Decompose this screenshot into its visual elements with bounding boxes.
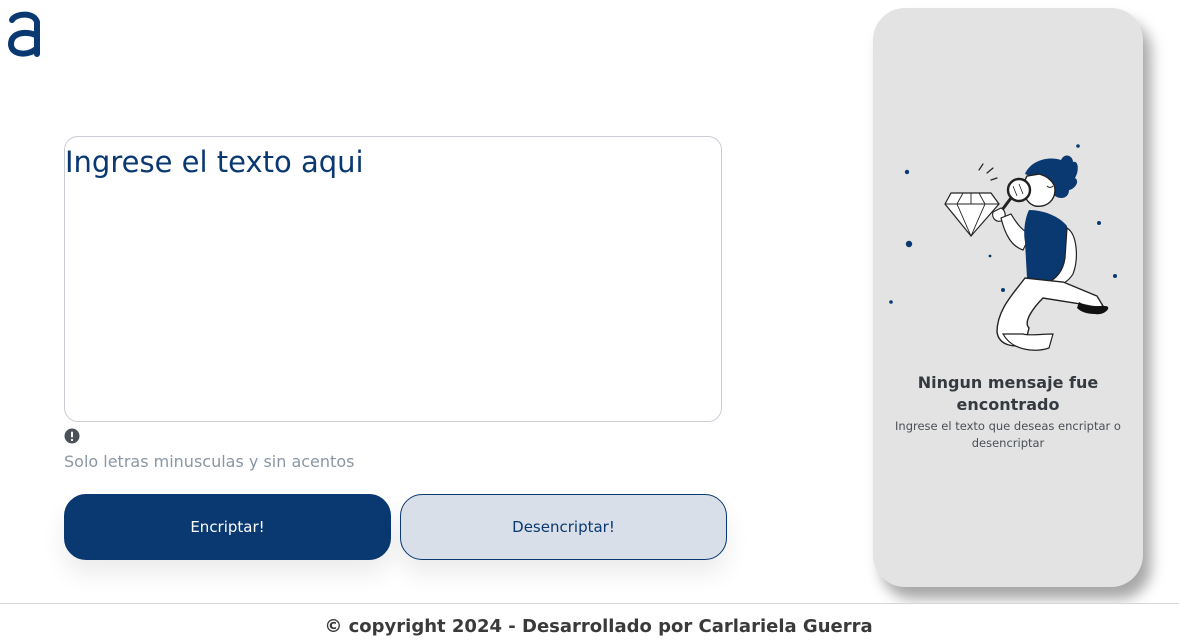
input-hint: Solo letras minusculas y sin acentos xyxy=(64,452,355,471)
footer-copyright: © copyright 2024 - Desarrollado por Carl… xyxy=(324,616,873,637)
decrypt-button[interactable]: Desencriptar! xyxy=(400,494,727,560)
footer: © copyright 2024 - Desarrollado por Carl… xyxy=(0,603,1179,642)
result-panel: Ningun mensaje fue encontrado Ingrese el… xyxy=(873,8,1143,587)
no-message-title-line2: encontrado xyxy=(956,395,1060,414)
exclamation-circle-icon xyxy=(64,428,80,444)
person-searching-illustration xyxy=(889,144,1117,351)
no-message-title: Ningun mensaje fue encontrado xyxy=(873,372,1143,416)
no-message-title-line1: Ningun mensaje fue xyxy=(917,373,1099,392)
no-message-subtitle: Ingrese el texto que deseas encriptar o … xyxy=(895,419,1121,450)
encrypt-button[interactable]: Encriptar! xyxy=(64,494,391,560)
logo-icon xyxy=(7,11,40,57)
text-input[interactable] xyxy=(64,136,722,422)
